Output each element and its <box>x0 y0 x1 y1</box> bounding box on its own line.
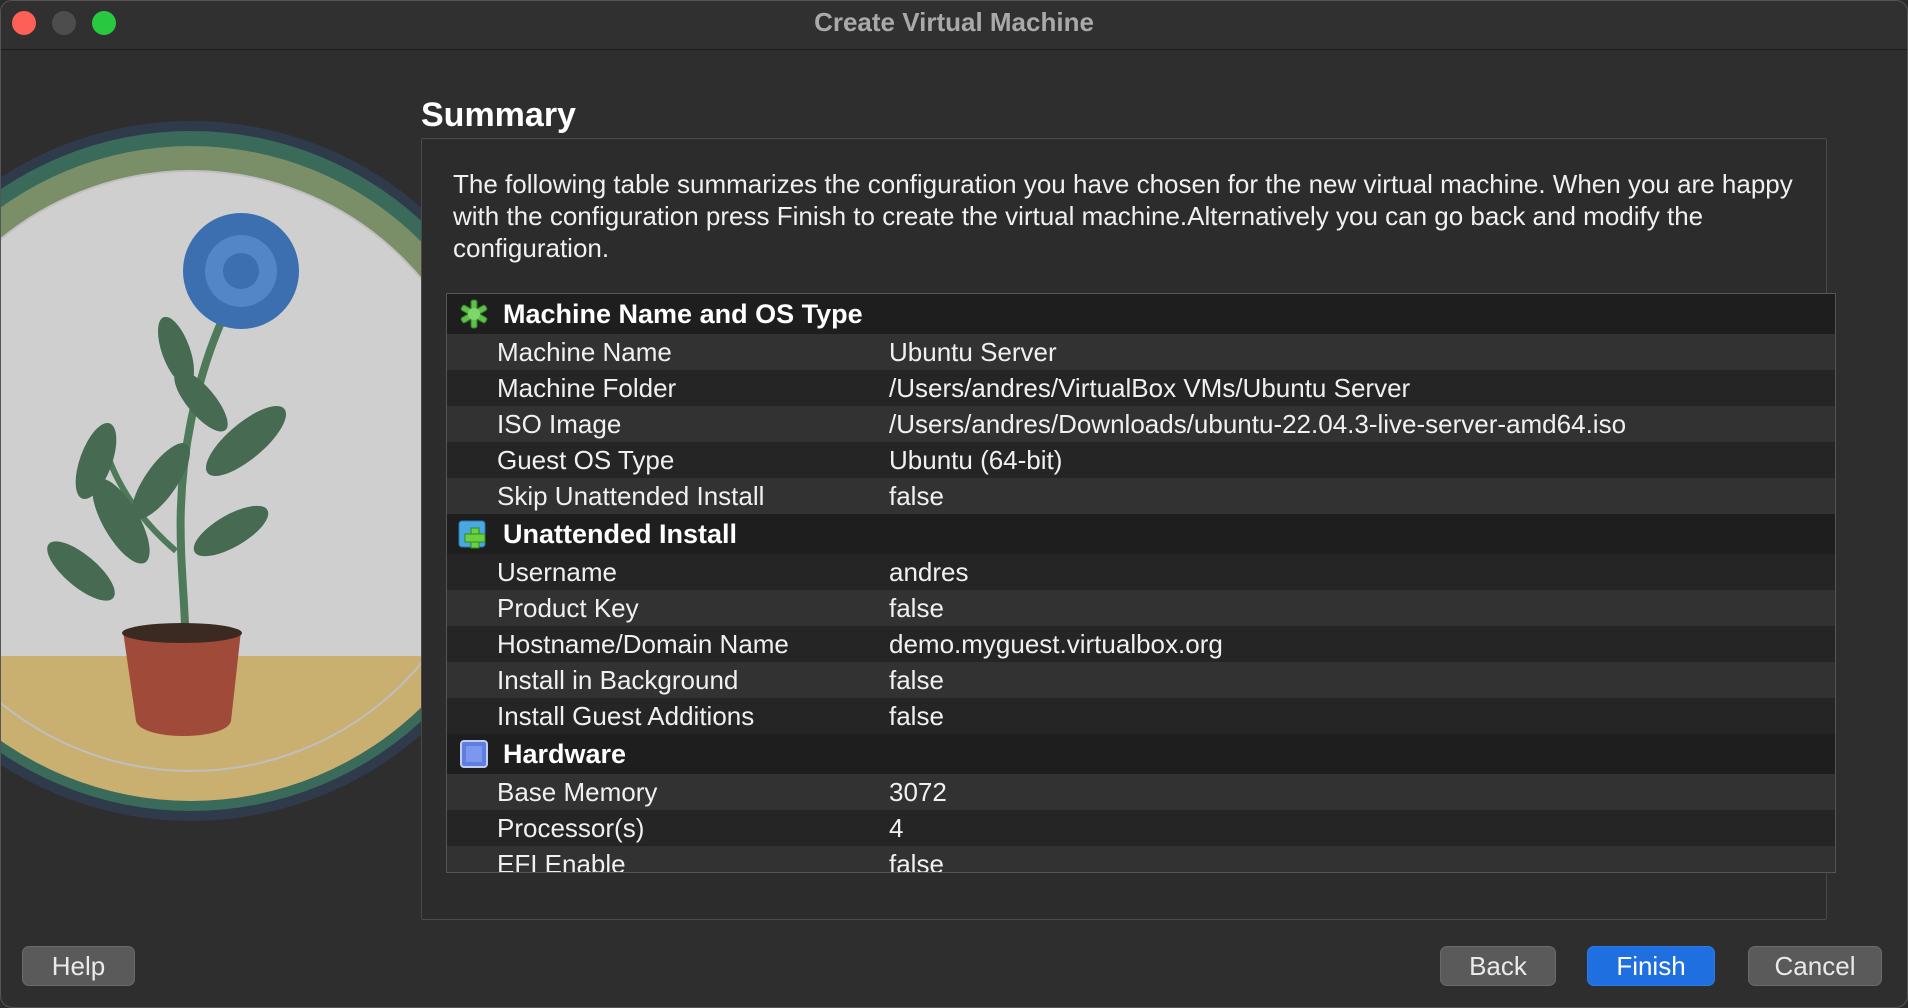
row-value: 4 <box>889 812 904 843</box>
summary-table[interactable]: Machine Name and OS Type Machine Name Ubu… <box>446 293 1836 873</box>
finish-button[interactable]: Finish <box>1587 946 1715 986</box>
section-title: Unattended Install <box>503 518 738 549</box>
row-key: Skip Unattended Install <box>497 480 765 511</box>
row-key: Machine Folder <box>497 372 677 403</box>
row-value: false <box>889 592 944 623</box>
row-key: Username <box>497 556 617 587</box>
virtualbox-watermark-illustration <box>1 121 471 821</box>
table-row[interactable]: Guest OS Type Ubuntu (64-bit) <box>447 442 1835 478</box>
section-title: Machine Name and OS Type <box>503 298 863 329</box>
row-value: 3072 <box>889 776 947 807</box>
row-key: Install Guest Additions <box>497 700 755 731</box>
table-row[interactable]: Username andres <box>447 554 1835 590</box>
row-value: false <box>889 700 944 731</box>
install-plus-icon <box>457 518 491 550</box>
row-value: false <box>889 664 944 695</box>
row-key: Install in Background <box>497 664 739 695</box>
section-header-unattended-install[interactable]: Unattended Install <box>447 514 1835 554</box>
section-title: Hardware <box>503 738 627 769</box>
create-vm-dialog: Create Virtual Machine Summary The follo… <box>0 0 1908 1008</box>
row-value: false <box>889 480 944 511</box>
window-title: Create Virtual Machine <box>814 7 1094 37</box>
table-row[interactable]: Machine Folder/Users/andres/VirtualBox V… <box>447 370 1835 406</box>
back-button[interactable]: Back <box>1440 946 1556 986</box>
row-key: Machine Name <box>497 336 672 367</box>
row-value: demo.myguest.virtualbox.org <box>889 628 1223 659</box>
table-row[interactable]: Processor(s) 4 <box>447 810 1835 846</box>
row-value: /Users/andres/Downloads/ubuntu-22.04.3-l… <box>889 408 1627 439</box>
row-value: false <box>889 848 944 873</box>
row-key: ISO Image <box>497 408 622 439</box>
table-row[interactable]: ISO Image/Users/andres/Downloads/ubuntu-… <box>447 406 1835 442</box>
row-key: Product Key <box>497 592 639 623</box>
table-row[interactable]: Hostname/Domain Name demo.myguest.virtual… <box>447 626 1835 662</box>
green-gear-icon <box>457 298 491 330</box>
table-row[interactable]: Machine Name Ubuntu Server <box>447 334 1835 370</box>
row-key: Guest OS Type <box>497 444 675 475</box>
row-value: Ubuntu Server <box>889 336 1057 367</box>
table-row[interactable]: Install Guest Additions false <box>447 698 1835 734</box>
row-value: Ubuntu (64-bit) <box>889 444 1063 475</box>
row-key: EFI Enable <box>497 848 626 873</box>
cancel-button[interactable]: Cancel <box>1748 946 1882 986</box>
summary-description: The following table summarizes the confi… <box>453 169 1793 263</box>
row-key: Hostname/Domain Name <box>497 628 789 659</box>
row-key: Base Memory <box>497 776 658 807</box>
row-value: /Users/andres/VirtualBox VMs/Ubuntu Serv… <box>889 372 1411 403</box>
table-row[interactable]: EFI Enable false <box>447 846 1835 873</box>
section-header-machine-name[interactable]: Machine Name and OS Type <box>447 294 1835 334</box>
row-value: andres <box>889 556 969 587</box>
table-row[interactable]: Base Memory 3072 <box>447 774 1835 810</box>
help-button[interactable]: Help <box>22 946 135 986</box>
page-title: Summary <box>421 96 576 134</box>
section-header-hardware[interactable]: Hardware <box>447 734 1835 774</box>
row-key: Processor(s) <box>497 812 645 843</box>
chip-icon <box>457 738 491 770</box>
table-row[interactable]: Skip Unattended Install false <box>447 478 1835 514</box>
table-row[interactable]: Install in Background false <box>447 662 1835 698</box>
title-bar: Create Virtual Machine <box>1 1 1907 50</box>
table-row[interactable]: Product Key false <box>447 590 1835 626</box>
